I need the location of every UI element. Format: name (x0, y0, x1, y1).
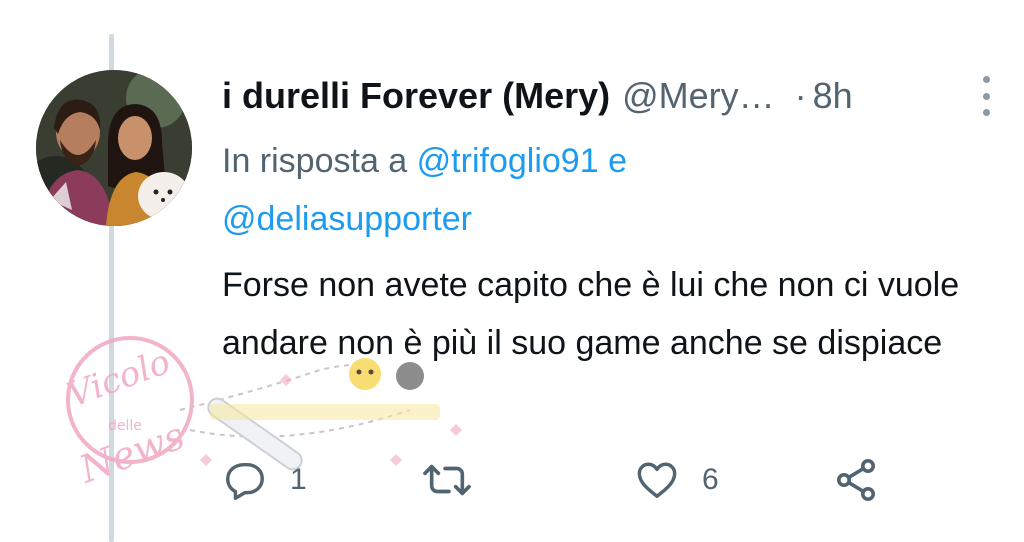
reply-button[interactable]: 1 (222, 450, 307, 510)
more-options-icon[interactable] (980, 76, 992, 116)
reply-context: In risposta a @trifoglio91 e @deliasuppo… (222, 132, 982, 248)
avatar[interactable] (36, 70, 192, 226)
mention-conjunction: e (608, 142, 627, 180)
share-icon (837, 459, 875, 501)
timestamp[interactable]: 8h (813, 75, 853, 117)
like-button[interactable]: 6 (634, 450, 719, 510)
like-count: 6 (702, 463, 719, 496)
reply-icon (226, 462, 264, 500)
reply-count: 1 (290, 463, 307, 496)
svg-text:News: News (73, 413, 190, 492)
retweet-icon (423, 464, 471, 496)
separator: · (794, 75, 807, 116)
display-name[interactable]: i durelli Forever (Mery) (222, 75, 610, 117)
mention-link[interactable]: @deliasupporter (222, 200, 472, 238)
share-button[interactable] (832, 450, 880, 510)
tweet-header: i durelli Forever (Mery) @Mery… · 8h (222, 72, 1002, 120)
reply-prefix: In risposta a (222, 142, 408, 180)
avatar-photo (36, 70, 192, 226)
heart-icon (637, 462, 677, 499)
action-bar: 1 6 (222, 450, 902, 510)
svg-text:Vicolo: Vicolo (62, 342, 175, 416)
mention-link[interactable]: @trifoglio91 (417, 142, 599, 180)
user-handle[interactable]: @Mery… (622, 75, 775, 117)
retweet-button[interactable] (422, 450, 494, 510)
tweet-card[interactable]: i durelli Forever (Mery) @Mery… · 8h In … (0, 0, 1024, 542)
tweet-text: Forse non avete capito che è lui che non… (222, 266, 960, 362)
